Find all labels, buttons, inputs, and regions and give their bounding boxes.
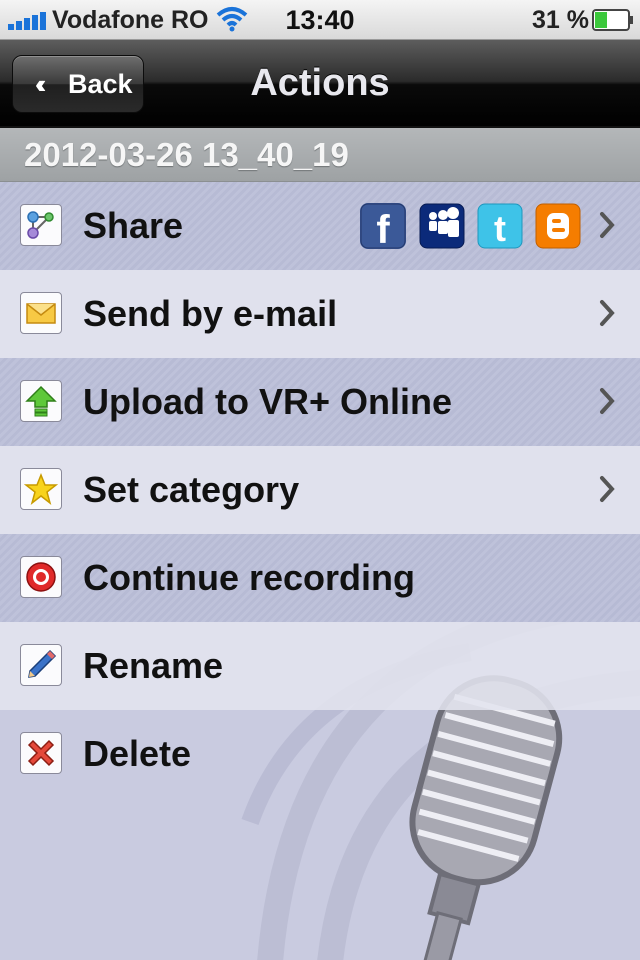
- action-label: Delete: [83, 733, 192, 774]
- action-label: Send by e-mail: [83, 293, 338, 334]
- list-item-upload-online[interactable]: Upload to VR+ Online: [0, 358, 640, 446]
- star-icon: [20, 468, 62, 510]
- blogger-icon[interactable]: [535, 203, 581, 249]
- list-item-continue-recording[interactable]: Continue recording: [0, 534, 640, 622]
- chevron-right-icon: [600, 476, 615, 502]
- record-icon: [20, 556, 62, 598]
- recording-name-header: 2012-03-26 13_40_19: [0, 128, 640, 182]
- chevron-right-icon: [600, 300, 615, 326]
- status-bar: Vodafone RO 13:40 31 %: [0, 0, 640, 40]
- list-item-set-category[interactable]: Set category: [0, 446, 640, 534]
- battery-percent: 31 %: [532, 6, 589, 34]
- page-title: Actions: [250, 62, 390, 104]
- pencil-icon: [20, 644, 62, 686]
- navigation-bar: ‹‹ Back Actions: [0, 40, 640, 128]
- action-label: Upload to VR+ Online: [83, 381, 453, 422]
- svg-text:t: t: [494, 208, 506, 249]
- list-item-share[interactable]: Share f t: [0, 182, 640, 270]
- list-item-delete[interactable]: Delete: [0, 710, 640, 798]
- action-label: Continue recording: [83, 557, 415, 598]
- facebook-icon[interactable]: f: [360, 203, 406, 252]
- action-label: Share: [83, 205, 184, 246]
- chevron-right-icon: [600, 388, 615, 414]
- chevron-right-icon: [600, 212, 615, 238]
- recording-name: 2012-03-26 13_40_19: [24, 136, 349, 173]
- battery-icon: [592, 9, 633, 31]
- myspace-icon[interactable]: [419, 203, 465, 249]
- list-item-send-email[interactable]: Send by e-mail: [0, 270, 640, 358]
- share-icon: [20, 204, 62, 246]
- action-label: Rename: [83, 645, 224, 686]
- action-label: Set category: [83, 469, 300, 510]
- svg-text:f: f: [376, 208, 390, 249]
- actions-list: Share f t Send by e-mail Upload to VR+ O…: [0, 182, 640, 798]
- upload-arrow-icon: [20, 380, 62, 422]
- list-item-rename[interactable]: Rename: [0, 622, 640, 710]
- delete-x-icon: [20, 732, 62, 774]
- envelope-icon: [20, 292, 62, 334]
- twitter-icon[interactable]: t: [477, 203, 523, 249]
